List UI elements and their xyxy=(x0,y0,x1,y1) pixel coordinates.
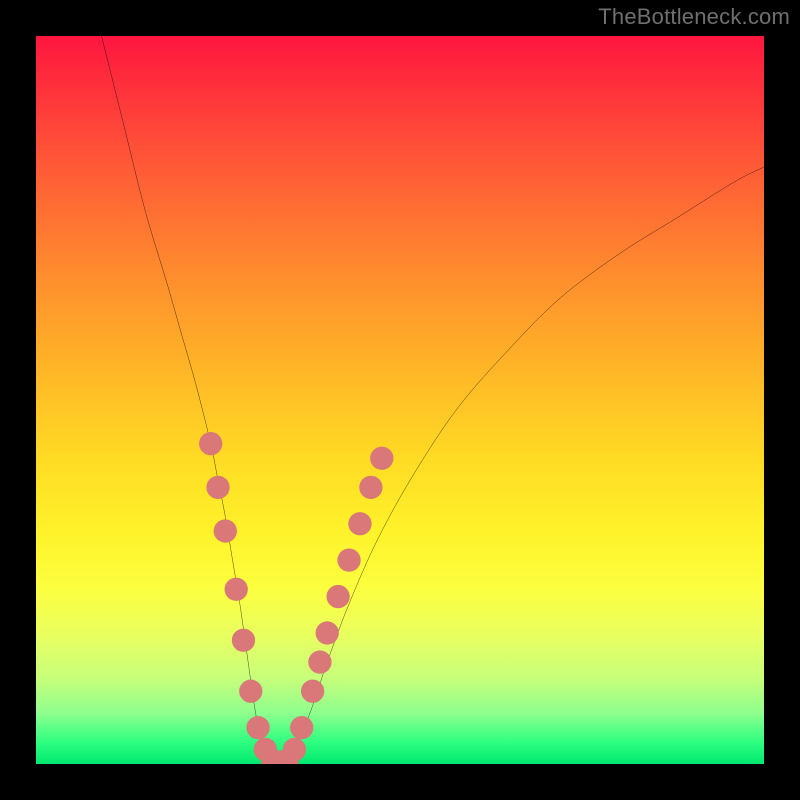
background-gradient xyxy=(36,36,764,764)
plot-area xyxy=(36,36,764,764)
watermark-text: TheBottleneck.com xyxy=(598,4,790,30)
chart-frame: TheBottleneck.com xyxy=(0,0,800,800)
